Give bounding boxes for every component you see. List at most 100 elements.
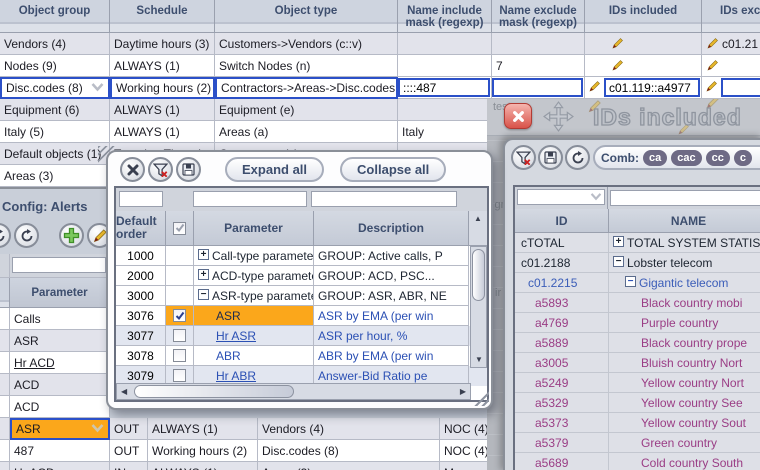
cell-name[interactable]: − Lobster telecom xyxy=(609,253,760,273)
move-icon[interactable] xyxy=(543,101,574,137)
cell-type[interactable]: Switch Nodes (n) xyxy=(215,55,398,77)
cell-id[interactable]: a5329 xyxy=(515,393,609,413)
cell-description[interactable]: GROUP: ASR, ABR, NE xyxy=(314,286,469,306)
cell-id[interactable]: a5249 xyxy=(515,373,609,393)
col-header-parameter[interactable]: Parameter xyxy=(10,278,110,308)
cell-id[interactable]: a5889 xyxy=(515,333,609,353)
chevron-down-icon[interactable] xyxy=(91,422,104,436)
col-header-schedule[interactable]: Schedule xyxy=(110,0,215,33)
cell-name[interactable]: − Gigantic telecom xyxy=(609,273,760,293)
name-filter-input[interactable] xyxy=(610,189,760,206)
collapse-minus-icon[interactable]: − xyxy=(613,256,624,267)
scroll-up-arrow[interactable]: ▲ xyxy=(469,211,487,246)
cell-include[interactable]: Italy xyxy=(398,121,492,143)
collapse-minus-icon[interactable]: − xyxy=(198,289,209,300)
cell-group[interactable]: Nodes (9) xyxy=(0,55,110,77)
cell-order[interactable]: 3000 xyxy=(116,286,166,306)
pencil-icon[interactable] xyxy=(611,59,624,75)
cell-type[interactable]: Customers->Vendors (c::v) xyxy=(215,33,398,55)
cell-object-group[interactable]: Disc.codes (8) xyxy=(258,440,440,462)
cell-group[interactable]: Vendors (4) xyxy=(0,33,110,55)
save-icon[interactable] xyxy=(538,145,563,170)
clear-filter-icon[interactable] xyxy=(148,157,173,182)
cell-parameter[interactable]: Calls xyxy=(10,308,110,330)
cell-direction[interactable]: IN xyxy=(110,462,148,470)
cell-object-group[interactable]: Vendors (4) xyxy=(258,418,440,440)
cell-description[interactable]: ASR by EMA (per win xyxy=(314,306,469,326)
expand-plus-icon[interactable]: + xyxy=(613,236,624,247)
cell-group[interactable]: Areas (3) xyxy=(0,165,110,187)
col-header-name-exclude[interactable]: Name exclude mask (regexp) xyxy=(492,0,585,33)
pencil-icon[interactable] xyxy=(705,80,718,96)
comb-button-cc[interactable]: cc xyxy=(705,149,730,166)
cell-description[interactable]: GROUP: ACD, PSC... xyxy=(314,266,469,286)
cell-id[interactable]: a5893 xyxy=(515,293,609,313)
cell-object-group[interactable]: Areas (3) xyxy=(258,462,440,470)
cell-order[interactable]: 3077 xyxy=(116,326,166,346)
cell-name[interactable]: Black country prope xyxy=(609,333,760,353)
comb-button-cut[interactable]: c xyxy=(733,149,752,166)
object-type-editor[interactable]: Contractors->Areas->Disc.codes xyxy=(215,77,398,99)
cell-parameter[interactable]: ASR xyxy=(194,306,314,326)
reload-icon[interactable] xyxy=(14,223,39,248)
parameter-dropdown[interactable]: ASR xyxy=(10,418,110,440)
cell-name[interactable]: Cold country South xyxy=(609,453,760,470)
cell-parameter[interactable]: ACD xyxy=(10,396,110,418)
cell-id[interactable]: a4769 xyxy=(515,313,609,333)
cell-parameter[interactable]: Hr ASR xyxy=(194,326,314,346)
cell-schedule[interactable]: ALWAYS (1) xyxy=(110,55,215,77)
cell-order[interactable]: 3078 xyxy=(116,346,166,366)
cell-name[interactable]: Black country mobi xyxy=(609,293,760,313)
schedule-editor[interactable]: Working hours (2) xyxy=(110,77,215,99)
cell-id[interactable]: a5689 xyxy=(515,453,609,470)
name-exclude-input[interactable] xyxy=(492,78,583,97)
cell-schedule[interactable]: Daytime hours (3) xyxy=(110,33,215,55)
chevron-down-icon[interactable] xyxy=(91,81,104,95)
col-header-ids-included[interactable]: IDs included xyxy=(585,0,702,33)
object-group-dropdown[interactable]: Disc.codes (8) xyxy=(0,77,110,99)
col-header-name-include[interactable]: Name include mask (regexp) xyxy=(398,0,492,33)
order-filter-input[interactable] xyxy=(119,191,163,207)
col-header-name[interactable]: NAME xyxy=(609,209,760,233)
cell-exclude[interactable]: 7 xyxy=(492,55,585,77)
cell-include[interactable] xyxy=(398,33,492,55)
description-filter-input[interactable] xyxy=(311,191,457,207)
cell-id[interactable]: c01.2215 xyxy=(515,273,609,293)
checkbox-unchecked[interactable] xyxy=(173,369,186,382)
pencil-icon[interactable] xyxy=(611,37,624,53)
name-include-input[interactable] xyxy=(398,78,490,97)
clear-filter-icon[interactable] xyxy=(511,145,536,170)
parameter-filter-input[interactable] xyxy=(12,257,106,273)
col-header-ids-excluded[interactable]: IDs excluded xyxy=(702,0,760,33)
cell-name[interactable]: Purple country xyxy=(609,313,760,333)
cell-name[interactable]: Yellow country See xyxy=(609,393,760,413)
cell-type[interactable]: Areas (a) xyxy=(215,121,398,143)
col-header-description[interactable]: Description xyxy=(314,211,469,246)
refresh-icon[interactable] xyxy=(0,223,11,248)
cell-name[interactable]: + TOTAL SYSTEM STATIS xyxy=(609,233,760,253)
cell-description[interactable]: GROUP: Active calls, P xyxy=(314,246,469,266)
cell-parameter[interactable]: ASR xyxy=(10,330,110,352)
cell-direction[interactable]: OUT xyxy=(110,418,148,440)
cell-parameter[interactable]: +ACD-type parameters xyxy=(194,266,314,286)
cell-schedule[interactable]: ALWAYS (1) xyxy=(110,99,215,121)
cell-order[interactable]: 3076 xyxy=(116,306,166,326)
id-filter-input[interactable] xyxy=(517,189,605,205)
close-icon[interactable] xyxy=(120,157,145,182)
cell-order[interactable]: 2000 xyxy=(116,266,166,286)
parameter-filter-input[interactable] xyxy=(193,191,307,207)
scrollbar-thumb[interactable] xyxy=(134,385,294,398)
col-header-parameter[interactable]: Parameter xyxy=(194,211,314,246)
cell-parameter[interactable]: + Call-type parameters xyxy=(194,246,314,266)
cell-name[interactable]: Bluish country Nort xyxy=(609,353,760,373)
scroll-left-arrow[interactable]: ◀ xyxy=(121,388,127,396)
cell-description[interactable]: ABR by EMA (per win xyxy=(314,346,469,366)
ids-excluded-input[interactable] xyxy=(721,78,760,97)
vertical-scrollbar[interactable]: ▼ xyxy=(470,246,487,368)
collapse-all-button[interactable]: Collapse all xyxy=(340,157,447,182)
refresh-icon[interactable] xyxy=(565,145,590,170)
cell-group[interactable]: Italy (5) xyxy=(0,121,110,143)
cell-group[interactable]: Equipment (6) xyxy=(0,99,110,121)
cell-include[interactable] xyxy=(398,99,492,121)
cell-include[interactable] xyxy=(398,55,492,77)
